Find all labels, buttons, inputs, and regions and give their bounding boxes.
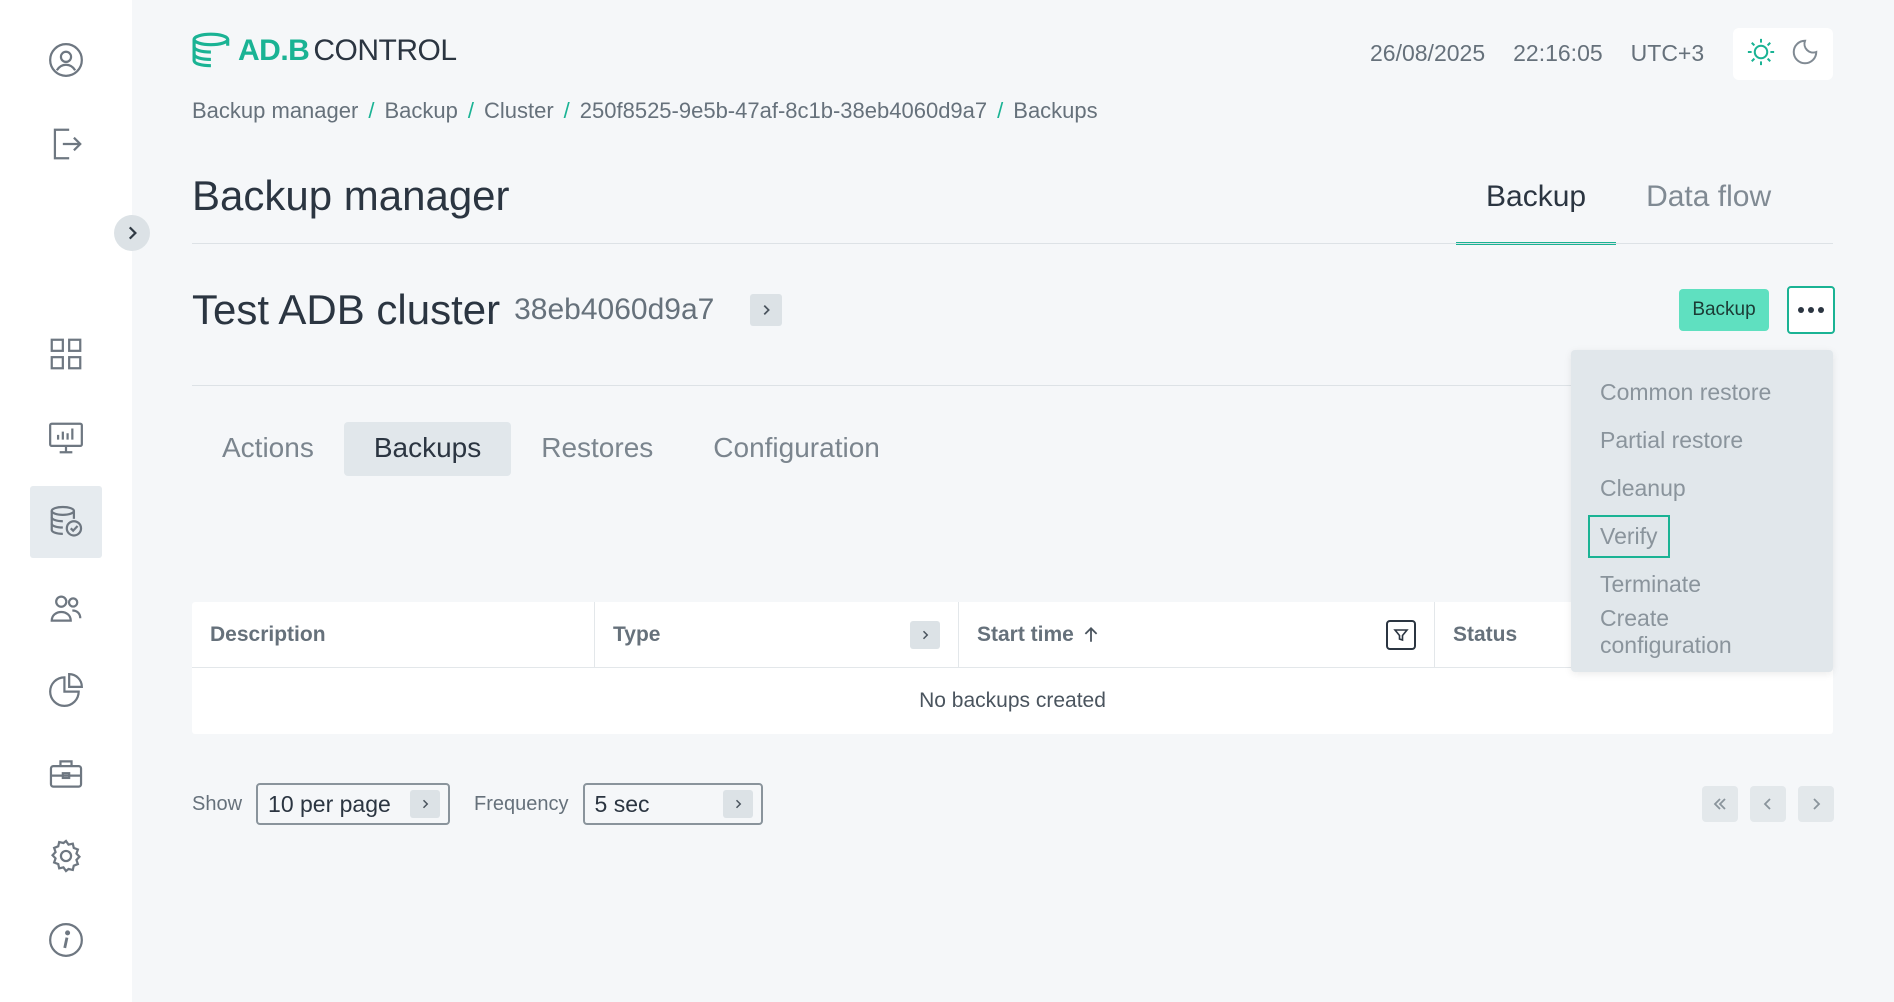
breadcrumb-separator: / xyxy=(563,98,570,123)
cluster-header: Test ADB cluster 38eb4060d9a7 xyxy=(192,286,783,334)
users-icon[interactable] xyxy=(30,572,102,644)
logo-text-adb: AD.B xyxy=(238,34,310,67)
menu-item-label: Verify xyxy=(1588,514,1670,558)
frequency-label: Frequency xyxy=(474,792,569,815)
backup-manager-icon[interactable] xyxy=(30,486,102,558)
frequency-select[interactable]: 5 sec xyxy=(582,783,763,825)
chevron-right-icon xyxy=(722,790,753,818)
reports-chart-icon[interactable] xyxy=(30,654,102,726)
app-logo[interactable]: AD.B CONTROL xyxy=(192,30,457,72)
table-footer: Show 10 per page Frequency 5 sec xyxy=(192,783,763,825)
column-label: Start time xyxy=(977,622,1074,646)
column-header-description[interactable]: Description xyxy=(192,602,595,667)
cluster-id: 38eb4060d9a7 xyxy=(514,293,715,326)
sun-icon xyxy=(1747,38,1775,65)
chevron-right-icon xyxy=(1813,798,1821,810)
logo-text-control: CONTROL xyxy=(313,34,457,67)
divider xyxy=(192,385,1572,386)
breadcrumb-item-backup[interactable]: Backup xyxy=(384,98,457,124)
breadcrumb-separator: / xyxy=(997,98,1004,123)
toolbox-icon[interactable] xyxy=(30,738,102,810)
menu-item-label: Cleanup xyxy=(1600,474,1686,501)
empty-state: No backups created xyxy=(919,689,1106,712)
cluster-details-button[interactable] xyxy=(750,294,783,326)
sort-ascending-icon[interactable] xyxy=(1082,626,1100,644)
ellipsis-icon xyxy=(1798,307,1824,313)
previous-page-button[interactable] xyxy=(1750,786,1786,822)
info-icon[interactable] xyxy=(30,904,102,976)
breadcrumb: Backup manager / Backup / Cluster / 250f… xyxy=(192,98,1098,124)
current-time: 22:16:05 xyxy=(1513,40,1603,66)
top-tabs: Backup Data flow xyxy=(1456,170,1801,245)
dark-theme-button[interactable] xyxy=(1790,37,1820,72)
logo-text: AD.B CONTROL xyxy=(238,34,457,68)
menu-item-terminate[interactable]: Terminate xyxy=(1571,560,1833,608)
next-page-button[interactable] xyxy=(1798,786,1834,822)
breadcrumb-item-cluster[interactable]: Cluster xyxy=(484,98,554,124)
column-label: Status xyxy=(1453,622,1518,646)
tab-data-flow[interactable]: Data flow xyxy=(1616,170,1801,245)
frequency-value: 5 sec xyxy=(594,790,650,817)
menu-item-label: Create configuration xyxy=(1600,605,1732,658)
breadcrumb-separator: / xyxy=(467,98,474,123)
type-dropdown-button[interactable] xyxy=(910,620,940,649)
tab-backup[interactable]: Backup xyxy=(1456,170,1617,245)
pagination xyxy=(1702,786,1834,822)
menu-item-common-restore[interactable]: Common restore xyxy=(1571,368,1833,416)
settings-gear-icon[interactable] xyxy=(30,820,102,892)
double-chevron-left-icon xyxy=(1713,798,1726,810)
more-actions-menu: Common restore Partial restore Cleanup V… xyxy=(1571,350,1833,672)
moon-icon xyxy=(1792,39,1818,64)
menu-item-create-configuration[interactable]: Create configuration xyxy=(1571,605,1833,658)
tab-configuration[interactable]: Configuration xyxy=(683,422,910,476)
breadcrumb-separator: / xyxy=(368,98,375,123)
menu-item-label: Partial restore xyxy=(1600,426,1744,453)
chevron-right-icon xyxy=(410,790,441,818)
chevron-left-icon xyxy=(1763,798,1771,810)
menu-item-partial-restore[interactable]: Partial restore xyxy=(1571,416,1833,464)
menu-item-verify[interactable]: Verify xyxy=(1571,512,1833,560)
sub-tabs: Actions Backups Restores Configuration xyxy=(192,422,910,476)
dashboard-icon[interactable] xyxy=(30,318,102,390)
divider xyxy=(192,243,1833,244)
timezone: UTC+3 xyxy=(1630,40,1705,66)
filter-icon xyxy=(1393,628,1409,641)
user-profile-icon[interactable] xyxy=(30,24,102,96)
per-page-value: 10 per page xyxy=(268,790,391,817)
first-page-button[interactable] xyxy=(1702,786,1738,822)
current-date: 26/08/2025 xyxy=(1370,40,1486,66)
tab-restores[interactable]: Restores xyxy=(511,422,683,476)
tab-actions[interactable]: Actions xyxy=(192,422,344,476)
column-label: Type xyxy=(613,622,661,646)
logout-icon[interactable] xyxy=(30,108,102,180)
backup-button[interactable]: Backup xyxy=(1679,289,1769,331)
per-page-select[interactable]: 10 per page xyxy=(256,783,451,825)
cluster-name: Test ADB cluster xyxy=(192,286,501,333)
theme-toggle xyxy=(1733,28,1833,80)
chevron-right-icon xyxy=(922,630,929,639)
logo-database-icon xyxy=(192,32,230,68)
column-header-type[interactable]: Type xyxy=(595,602,959,667)
start-time-label-group: Start time xyxy=(977,623,1100,647)
filter-button[interactable] xyxy=(1386,619,1416,650)
tab-backups[interactable]: Backups xyxy=(343,422,512,476)
sidebar xyxy=(0,0,132,1002)
light-theme-button[interactable] xyxy=(1746,37,1776,72)
show-label: Show xyxy=(192,792,243,815)
column-label: Description xyxy=(210,622,326,646)
breadcrumb-item-backup-manager[interactable]: Backup manager xyxy=(192,98,358,124)
page-title: Backup manager xyxy=(192,172,510,219)
menu-item-label: Common restore xyxy=(1600,378,1772,405)
menu-item-cleanup[interactable]: Cleanup xyxy=(1571,464,1833,512)
breadcrumb-item-cluster-id[interactable]: 250f8525-9e5b-47af-8c1b-38eb4060d9a7 xyxy=(580,98,987,124)
breadcrumb-item-backups: Backups xyxy=(1013,98,1098,123)
column-header-start-time[interactable]: Start time xyxy=(959,602,1435,667)
more-actions-button[interactable] xyxy=(1787,286,1835,334)
monitoring-icon[interactable] xyxy=(30,402,102,474)
menu-item-label: Terminate xyxy=(1600,570,1701,597)
chevron-right-icon xyxy=(763,305,771,315)
sidebar-expand-button[interactable] xyxy=(114,215,150,251)
